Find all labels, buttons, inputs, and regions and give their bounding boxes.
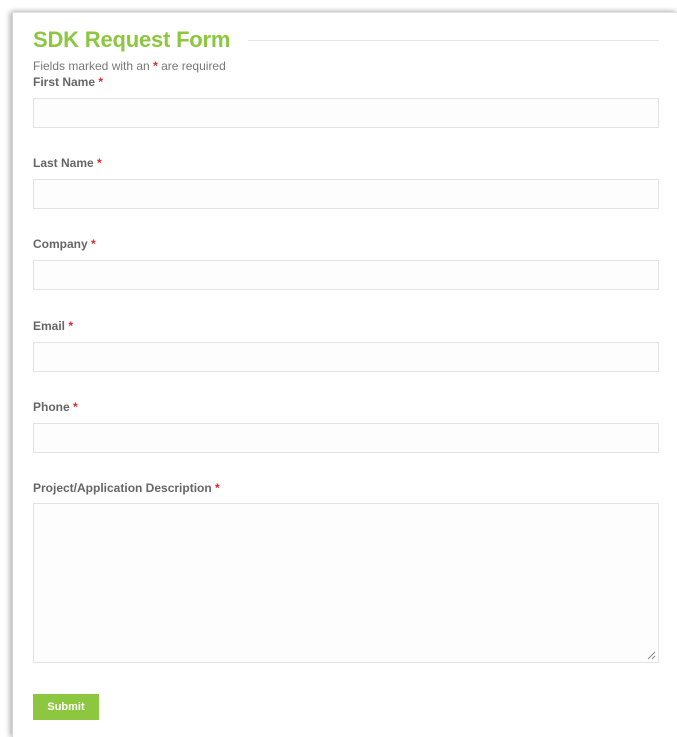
last-name-group: Last Name * (33, 156, 659, 209)
required-marker: * (97, 156, 102, 170)
required-note: Fields marked with an * are required (33, 59, 659, 73)
phone-label-text: Phone (33, 400, 70, 414)
required-note-suffix: are required (161, 59, 226, 73)
description-group: Project/Application Description * (33, 481, 659, 663)
required-note-prefix: Fields marked with an (33, 59, 150, 73)
submit-row: Submit (33, 694, 659, 720)
required-marker: * (91, 237, 96, 251)
submit-button[interactable]: Submit (33, 694, 99, 720)
first-name-label: First Name * (33, 75, 659, 90)
required-marker: * (68, 319, 74, 333)
required-marker: * (153, 59, 158, 73)
form-title: SDK Request Form (33, 27, 231, 52)
description-label: Project/Application Description * (33, 481, 659, 496)
last-name-label: Last Name * (33, 156, 659, 171)
description-label-text: Project/Application Description (33, 481, 212, 495)
form-header: SDK Request Form (33, 26, 659, 54)
required-marker: * (73, 400, 78, 414)
email-label: Email * (33, 319, 659, 334)
required-marker: * (215, 481, 220, 495)
company-input[interactable] (33, 260, 659, 290)
phone-group: Phone * (33, 400, 659, 453)
phone-input[interactable] (33, 423, 659, 453)
title-divider (248, 39, 659, 41)
description-textarea[interactable] (33, 503, 659, 663)
first-name-input[interactable] (33, 98, 659, 128)
company-group: Company * (33, 237, 659, 290)
email-group: Email * (33, 319, 659, 372)
phone-label: Phone * (33, 400, 659, 415)
form-panel: SDK Request Form Fields marked with an *… (12, 12, 677, 737)
company-label: Company * (33, 237, 659, 252)
email-input[interactable] (33, 342, 659, 372)
last-name-label-text: Last Name (33, 156, 94, 170)
email-label-text: Email (33, 319, 66, 333)
company-label-text: Company (33, 237, 88, 251)
first-name-label-text: First Name (33, 75, 96, 89)
sdk-request-form: SDK Request Form Fields marked with an *… (33, 26, 659, 720)
description-textarea-wrap (33, 503, 659, 663)
last-name-input[interactable] (33, 179, 659, 209)
first-name-group: First Name * (33, 75, 659, 128)
resize-handle-icon[interactable] (647, 651, 656, 660)
required-marker: * (98, 75, 104, 89)
